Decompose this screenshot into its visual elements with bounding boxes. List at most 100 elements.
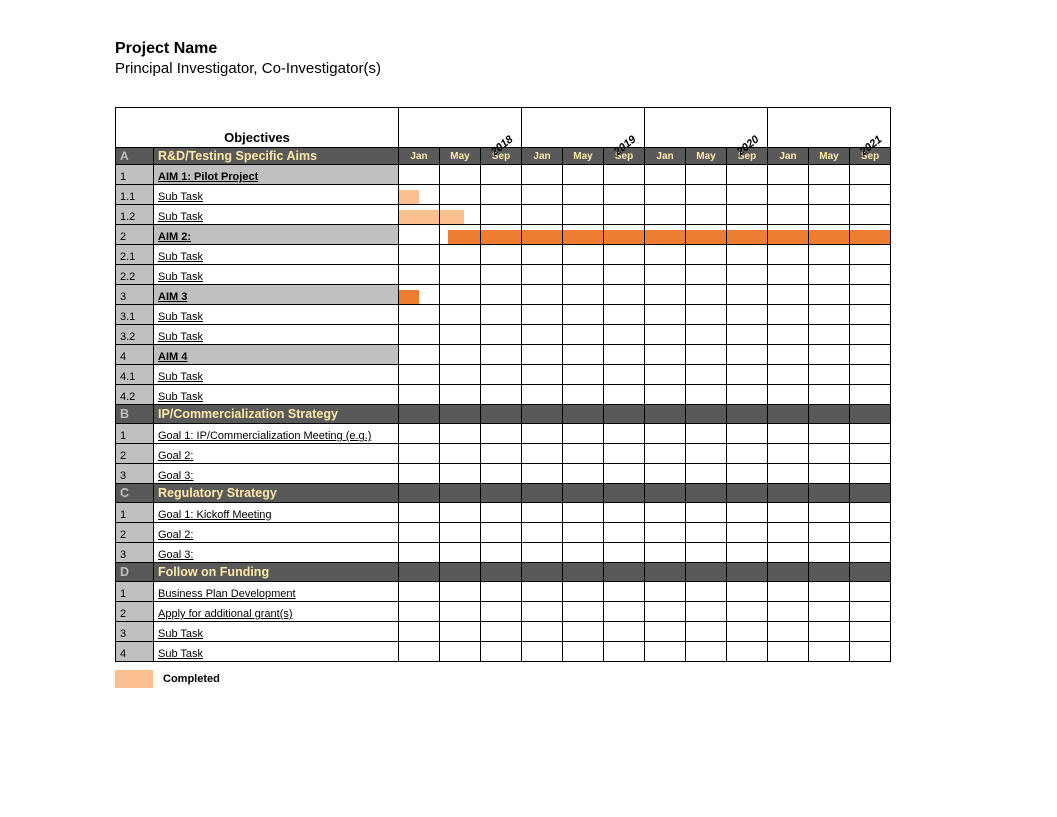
section-month-cell xyxy=(440,563,481,582)
gantt-cell xyxy=(440,385,481,405)
gantt-cell xyxy=(481,285,522,305)
gantt-cell xyxy=(399,602,440,622)
section-month-cell xyxy=(850,484,891,503)
row-id: 2.1 xyxy=(116,245,154,265)
aim-name: AIM 2: xyxy=(154,225,399,245)
gantt-cell xyxy=(768,325,809,345)
gantt-cell xyxy=(727,305,768,325)
gantt-cell xyxy=(686,503,727,523)
gantt-cell xyxy=(850,424,891,444)
section-month-cell xyxy=(768,563,809,582)
gantt-cell xyxy=(604,245,645,265)
gantt-cell xyxy=(727,602,768,622)
gantt-bar xyxy=(522,230,562,244)
month-header: May xyxy=(809,148,850,165)
gantt-cell xyxy=(399,245,440,265)
gantt-cell xyxy=(522,523,563,543)
row-id: 2 xyxy=(116,225,154,245)
gantt-cell xyxy=(727,325,768,345)
gantt-cell xyxy=(850,622,891,642)
gantt-cell xyxy=(522,205,563,225)
row-id: 4.1 xyxy=(116,365,154,385)
gantt-cell xyxy=(522,165,563,185)
gantt-cell xyxy=(850,582,891,602)
gantt-cell xyxy=(768,642,809,662)
gantt-cell xyxy=(850,165,891,185)
gantt-cell xyxy=(809,424,850,444)
gantt-cell xyxy=(686,165,727,185)
gantt-cell xyxy=(809,602,850,622)
gantt-cell xyxy=(604,543,645,563)
section-month-cell xyxy=(563,484,604,503)
gantt-cell xyxy=(604,582,645,602)
gantt-cell xyxy=(481,365,522,385)
task-name: Sub Task xyxy=(154,265,399,285)
gantt-cell xyxy=(727,165,768,185)
section-month-cell xyxy=(850,405,891,424)
gantt-cell xyxy=(686,523,727,543)
month-header: May xyxy=(440,148,481,165)
gantt-cell xyxy=(686,582,727,602)
gantt-cell xyxy=(563,245,604,265)
gantt-cell xyxy=(768,444,809,464)
gantt-cell xyxy=(481,165,522,185)
gantt-chart: Objectives2018201920202021AR&D/Testing S… xyxy=(115,107,891,662)
gantt-cell xyxy=(563,205,604,225)
gantt-cell xyxy=(481,325,522,345)
gantt-cell xyxy=(399,305,440,325)
gantt-cell xyxy=(399,424,440,444)
gantt-cell xyxy=(809,582,850,602)
year-header: 2021 xyxy=(768,108,891,148)
task-name: Sub Task xyxy=(154,185,399,205)
task-name: Sub Task xyxy=(154,245,399,265)
gantt-cell xyxy=(850,523,891,543)
gantt-cell xyxy=(440,523,481,543)
gantt-cell xyxy=(645,245,686,265)
gantt-cell xyxy=(604,464,645,484)
section-month-cell xyxy=(440,405,481,424)
gantt-cell xyxy=(399,365,440,385)
row-id: 3.1 xyxy=(116,305,154,325)
gantt-cell xyxy=(809,385,850,405)
gantt-cell xyxy=(768,265,809,285)
section-month-cell xyxy=(522,405,563,424)
gantt-cell xyxy=(522,602,563,622)
gantt-cell xyxy=(440,365,481,385)
gantt-cell xyxy=(399,325,440,345)
row-id: 2 xyxy=(116,444,154,464)
section-title: IP/Commercialization Strategy xyxy=(154,405,399,424)
row-id: 4 xyxy=(116,642,154,662)
gantt-cell xyxy=(563,464,604,484)
month-header: Jan xyxy=(399,148,440,165)
gantt-cell xyxy=(686,245,727,265)
gantt-cell xyxy=(440,225,481,245)
section-month-cell xyxy=(686,563,727,582)
gantt-cell xyxy=(645,602,686,622)
gantt-cell xyxy=(768,622,809,642)
gantt-cell xyxy=(850,305,891,325)
gantt-cell xyxy=(563,622,604,642)
gantt-bar xyxy=(809,230,849,244)
gantt-cell xyxy=(604,325,645,345)
gantt-cell xyxy=(850,444,891,464)
gantt-cell xyxy=(850,642,891,662)
task-name: Sub Task xyxy=(154,365,399,385)
row-id: 1 xyxy=(116,582,154,602)
year-header: 2020 xyxy=(645,108,768,148)
task-name: Goal 2: xyxy=(154,523,399,543)
gantt-cell xyxy=(440,582,481,602)
gantt-cell xyxy=(850,345,891,365)
gantt-cell xyxy=(768,602,809,622)
gantt-cell xyxy=(481,385,522,405)
gantt-bar xyxy=(768,230,808,244)
gantt-cell xyxy=(727,225,768,245)
gantt-cell xyxy=(481,424,522,444)
section-month-cell xyxy=(563,405,604,424)
section-letter: D xyxy=(116,563,154,582)
gantt-cell xyxy=(563,265,604,285)
gantt-cell xyxy=(522,424,563,444)
task-name: Business Plan Development xyxy=(154,582,399,602)
gantt-bar xyxy=(604,230,644,244)
gantt-cell xyxy=(768,185,809,205)
gantt-cell xyxy=(604,602,645,622)
